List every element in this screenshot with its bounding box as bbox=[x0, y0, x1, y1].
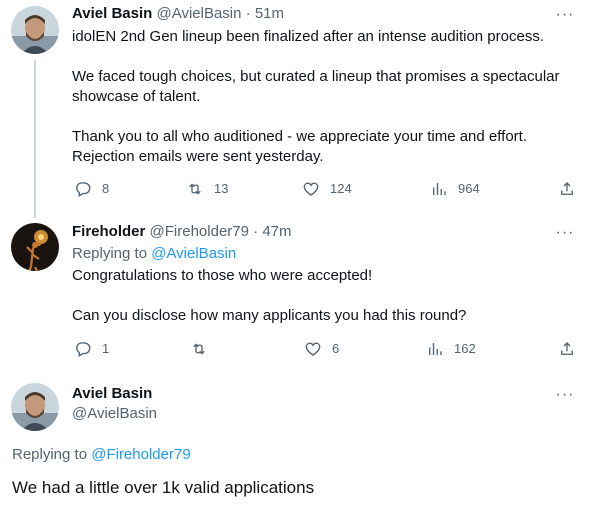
avatar-aviel[interactable] bbox=[11, 383, 59, 431]
like-button[interactable]: 6 bbox=[304, 339, 339, 359]
like-icon bbox=[303, 182, 319, 196]
user-handle[interactable]: @Fireholder79 bbox=[150, 223, 249, 240]
views-count: 162 bbox=[454, 341, 476, 356]
reply-button[interactable]: 8 bbox=[74, 179, 109, 199]
tweet-text: idolEN 2nd Gen lineup been finalized aft… bbox=[72, 27, 582, 167]
display-name[interactable]: Aviel Basin bbox=[72, 384, 152, 404]
replying-to-label: Replying to bbox=[72, 245, 152, 262]
avatar-aviel[interactable] bbox=[11, 6, 59, 54]
reply-context: Replying to @AvielBasin bbox=[72, 244, 582, 264]
share-icon bbox=[561, 342, 573, 355]
like-count: 6 bbox=[332, 341, 340, 356]
thread-line bbox=[34, 60, 36, 218]
timestamp[interactable]: 51m bbox=[255, 5, 284, 22]
tweet-aviel-main[interactable]: Aviel Basin @AvielBasin ··· Replying to … bbox=[0, 378, 593, 507]
user-handle[interactable]: @AvielBasin bbox=[156, 5, 241, 22]
like-count: 124 bbox=[330, 181, 352, 196]
text-line: Congratulations to those who were accept… bbox=[72, 267, 373, 284]
replying-to-label: Replying to bbox=[12, 446, 92, 463]
separator-dot: · bbox=[245, 5, 251, 22]
retweet-icon bbox=[193, 343, 205, 355]
share-button[interactable] bbox=[558, 179, 576, 199]
separator-dot: · bbox=[253, 223, 259, 240]
like-button[interactable]: 124 bbox=[302, 179, 352, 199]
avatar-fireholder[interactable] bbox=[11, 223, 59, 271]
share-icon bbox=[561, 182, 573, 195]
timestamp[interactable]: 47m bbox=[262, 223, 291, 240]
retweet-button[interactable] bbox=[190, 339, 218, 359]
tweet-fireholder[interactable]: Fireholder @Fireholder79 · 47m ··· Reply… bbox=[0, 218, 593, 368]
display-name[interactable]: Aviel Basin bbox=[72, 5, 152, 22]
reply-count: 1 bbox=[102, 341, 110, 356]
text-line: Thank you to all who auditioned - we app… bbox=[72, 128, 527, 145]
user-handle[interactable]: @AvielBasin bbox=[72, 404, 157, 424]
text-line: Can you disclose how many applicants you… bbox=[72, 307, 467, 324]
views-button[interactable]: 964 bbox=[430, 179, 480, 199]
reply-icon bbox=[76, 342, 91, 357]
tweet-text: We had a little over 1k valid applicatio… bbox=[12, 478, 315, 497]
more-icon[interactable]: ··· bbox=[555, 387, 575, 410]
action-bar: 8 13 124 964 bbox=[72, 179, 582, 199]
tweet-header: Fireholder @Fireholder79 · 47m bbox=[72, 222, 292, 242]
reply-icon bbox=[76, 182, 91, 197]
views-icon bbox=[433, 183, 446, 195]
text-line: Rejection emails were sent yesterday. bbox=[72, 148, 324, 165]
text-line: idolEN 2nd Gen lineup been finalized aft… bbox=[72, 28, 544, 45]
reply-button[interactable]: 1 bbox=[74, 339, 109, 359]
text-line: showcase of talent. bbox=[72, 88, 201, 105]
views-button[interactable]: 162 bbox=[426, 339, 476, 359]
reply-context: Replying to @Fireholder79 bbox=[12, 445, 191, 465]
replying-to-link[interactable]: @AvielBasin bbox=[151, 245, 236, 262]
reply-count: 8 bbox=[102, 181, 110, 196]
share-button[interactable] bbox=[558, 339, 576, 359]
text-line: We faced tough choices, but curated a li… bbox=[72, 68, 560, 85]
display-name[interactable]: Fireholder bbox=[72, 223, 145, 240]
like-icon bbox=[305, 342, 321, 356]
tweet-text: Congratulations to those who were accept… bbox=[72, 266, 582, 326]
retweet-button[interactable]: 13 bbox=[186, 179, 228, 199]
retweet-icon bbox=[189, 183, 201, 195]
replying-to-link[interactable]: @Fireholder79 bbox=[91, 446, 190, 463]
tweet-header: Aviel Basin @AvielBasin · 51m bbox=[72, 4, 284, 24]
views-icon bbox=[429, 343, 442, 355]
views-count: 964 bbox=[458, 181, 480, 196]
action-bar: 1 6 162 bbox=[72, 339, 582, 359]
tweet-aviel-1[interactable]: Aviel Basin @AvielBasin · 51m ··· idolEN… bbox=[0, 0, 593, 218]
retweet-count: 13 bbox=[214, 181, 229, 196]
